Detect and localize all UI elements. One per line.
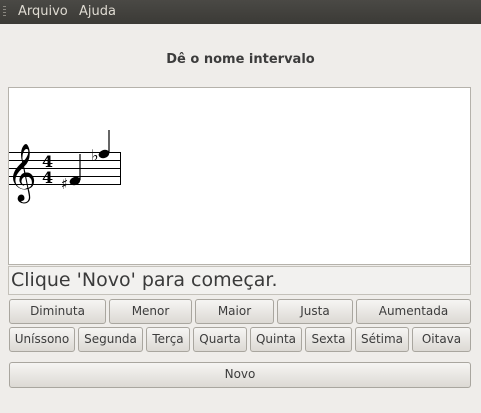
svg-text:4: 4 [42, 168, 53, 187]
diminuta-button[interactable]: Diminuta [9, 299, 106, 324]
setima-button[interactable]: Sétima [355, 327, 409, 352]
maior-button[interactable]: Maior [195, 299, 274, 324]
quinta-button[interactable]: Quinta [250, 327, 302, 352]
justa-button[interactable]: Justa [277, 299, 353, 324]
time-signature: 4 4 [42, 152, 53, 187]
flat-icon: ♭ [91, 146, 99, 165]
music-staff: 𝄞 4 4 ♯ ♭ [7, 130, 121, 204]
music-staff-area: 𝄞 4 4 ♯ ♭ [7, 87, 471, 265]
menu-grip-handle [3, 6, 6, 18]
menu-bar: Arquivo Ajuda [0, 0, 481, 24]
exercise-title: Dê o nome intervalo [166, 52, 315, 67]
treble-clef-icon: 𝄞 [9, 143, 37, 204]
sharp-icon: ♯ [61, 175, 68, 193]
oitava-button[interactable]: Oitava [412, 327, 471, 352]
terca-button[interactable]: Terça [146, 327, 190, 352]
menu-arquivo[interactable]: Arquivo [18, 4, 68, 19]
status-message: Clique 'Novo' para começar. [8, 266, 471, 295]
menor-button[interactable]: Menor [109, 299, 192, 324]
note-c-sharp: ♯ [61, 154, 81, 193]
segunda-button[interactable]: Segunda [78, 327, 143, 352]
aumentada-button[interactable]: Aumentada [356, 299, 471, 324]
menu-ajuda[interactable]: Ajuda [79, 4, 116, 19]
note-b-flat: ♭ [91, 130, 110, 165]
unissono-button[interactable]: Uníssono [9, 327, 75, 352]
quarta-button[interactable]: Quarta [193, 327, 247, 352]
sexta-button[interactable]: Sexta [305, 327, 352, 352]
novo-button[interactable]: Novo [9, 362, 471, 388]
